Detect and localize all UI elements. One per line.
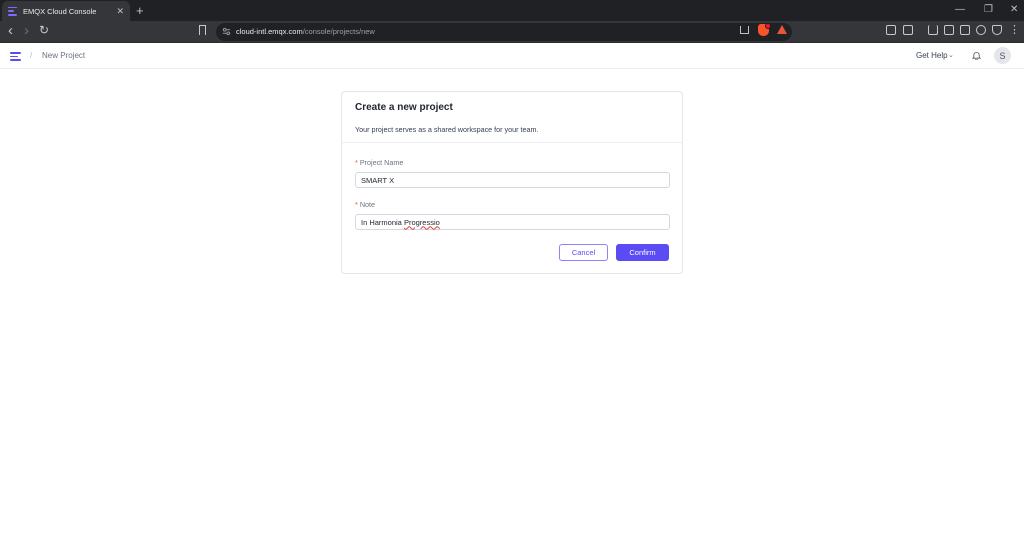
card-description: Your project serves as a shared workspac… <box>355 125 539 134</box>
address-bar[interactable]: cloud-intl.emqx.com/console/projects/new <box>216 23 792 41</box>
get-help-button[interactable]: Get Help <box>916 51 948 60</box>
emqx-favicon-icon <box>8 6 17 16</box>
note-label: * Note <box>355 200 375 209</box>
page-title: Create a new project <box>355 102 453 113</box>
brave-badge-icon <box>765 23 771 29</box>
cancel-button[interactable]: Cancel <box>559 244 608 261</box>
note-input[interactable]: In Harmonia Progressio <box>355 214 670 230</box>
tab-search-icon[interactable] <box>903 25 913 35</box>
share-icon[interactable] <box>740 26 749 34</box>
note-value-misspelled: Progressio <box>403 217 440 227</box>
browser-tab[interactable]: EMQX Cloud Console ✕ <box>2 1 130 21</box>
brave-rewards-icon[interactable] <box>777 25 787 34</box>
tab-title: EMQX Cloud Console <box>23 6 97 16</box>
confirm-button[interactable]: Confirm <box>616 244 669 261</box>
project-name-value: SMART X <box>361 175 395 185</box>
create-project-card: Create a new project Your project serves… <box>341 91 683 274</box>
browser-toolbar: ‹ › ↻ cloud-intl.emqx.com/console/projec… <box>0 21 1024 43</box>
url-text: cloud-intl.emqx.com/console/projects/new <box>236 27 375 36</box>
project-name-label-text: Project Name <box>359 158 404 167</box>
project-name-label: * Project Name <box>355 158 403 167</box>
note-label-text: Note <box>359 200 375 209</box>
url-host: cloud-intl.emqx.com <box>236 27 303 36</box>
required-mark: * <box>355 200 358 209</box>
leo-ai-icon[interactable] <box>976 25 986 35</box>
vpn-shield-icon[interactable] <box>992 25 1002 35</box>
restore-icon[interactable]: ❐ <box>984 4 993 15</box>
breadcrumb-separator: / <box>30 51 33 60</box>
avatar[interactable]: S <box>994 47 1011 64</box>
bell-icon[interactable] <box>972 51 981 60</box>
divider <box>342 142 682 143</box>
reload-icon[interactable]: ↻ <box>39 23 49 37</box>
menu-icon[interactable] <box>10 52 21 61</box>
new-tab-button[interactable]: + <box>136 3 144 18</box>
window-close-icon[interactable]: ✕ <box>1010 4 1018 15</box>
browser-menu-icon[interactable]: ⋮ <box>1009 23 1020 36</box>
required-mark: * <box>355 158 358 167</box>
extensions-icon[interactable] <box>886 25 896 35</box>
breadcrumb: New Project <box>42 51 86 60</box>
back-icon[interactable]: ‹ <box>8 22 13 39</box>
app-header: / New Project Get Help ⌄ <box>0 43 1024 69</box>
chevron-down-icon[interactable]: ⌄ <box>948 51 954 59</box>
forward-icon[interactable]: › <box>24 22 29 39</box>
browser-tabstrip: EMQX Cloud Console ✕ + — ❐ ✕ <box>0 0 1024 21</box>
site-settings-icon[interactable] <box>222 27 231 36</box>
download-icon[interactable] <box>928 25 938 35</box>
sidebar-icon[interactable] <box>944 25 954 35</box>
wallet-icon[interactable] <box>960 25 970 35</box>
project-name-input[interactable]: SMART X <box>355 172 670 188</box>
tab-close-icon[interactable]: ✕ <box>116 6 124 17</box>
url-path: /console/projects/new <box>302 27 375 36</box>
minimize-icon[interactable]: — <box>955 4 965 15</box>
note-value-prefix: In Harmonia <box>361 217 404 227</box>
bookmark-icon[interactable] <box>199 25 206 35</box>
